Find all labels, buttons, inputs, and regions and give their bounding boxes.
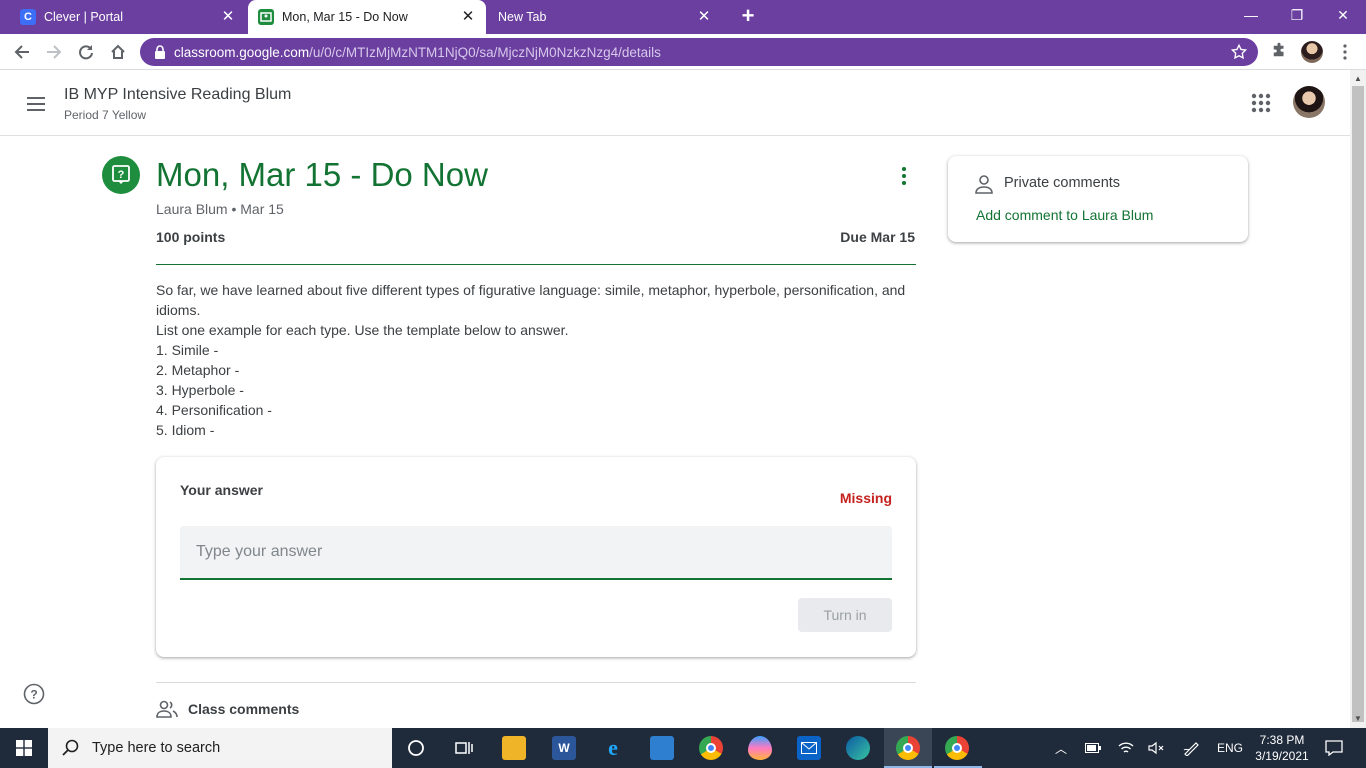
word-icon[interactable]: W [552, 736, 576, 760]
assignment-question-icon: ? [102, 156, 140, 194]
description-line: 1. Simile - [156, 342, 219, 358]
paint-icon[interactable] [748, 736, 772, 760]
show-hidden-icons-icon[interactable]: ︿ [1050, 728, 1072, 768]
tab-close-icon[interactable]: ✕ [220, 9, 236, 25]
tab-title: New Tab [498, 10, 547, 24]
description-line: 2. Metaphor - [156, 362, 240, 378]
browser-profile-avatar[interactable] [1301, 41, 1323, 63]
forward-icon[interactable] [42, 40, 66, 64]
people-icon [156, 700, 178, 718]
main-menu-icon[interactable] [24, 92, 48, 116]
windows-start-icon[interactable] [0, 728, 48, 768]
help-icon[interactable]: ? [23, 683, 45, 705]
address-bar[interactable]: classroom.google.com/u/0/c/MTIzMjMzNTM1N… [140, 38, 1258, 66]
chrome-profile-icon[interactable] [896, 736, 920, 760]
mail-icon[interactable] [797, 736, 821, 760]
svg-text:?: ? [30, 688, 37, 702]
close-window-icon[interactable]: ✕ [1320, 0, 1366, 30]
account-avatar[interactable] [1293, 86, 1325, 118]
taskbar-search-placeholder: Type here to search [92, 740, 221, 756]
address-url: classroom.google.com/u/0/c/MTIzMjMzNTM1N… [174, 45, 661, 60]
clever-favicon-icon: C [20, 9, 36, 25]
class-comments-header[interactable]: Class comments [156, 700, 299, 718]
taskbar-search-box[interactable]: Type here to search [48, 728, 392, 768]
back-icon[interactable] [10, 40, 34, 64]
classroom-header: IB MYP Intensive Reading Blum Period 7 Y… [0, 70, 1350, 136]
private-comments-title: Private comments [1004, 175, 1121, 191]
turn-in-button[interactable]: Turn in [798, 598, 892, 632]
url-host: classroom.google.com [174, 44, 310, 60]
tab-close-icon[interactable]: ✕ [696, 9, 712, 25]
assignment-due-date: Due Mar 15 [840, 229, 915, 245]
notifications-icon[interactable] [1322, 728, 1346, 768]
tab-clever-portal[interactable]: C Clever | Portal ✕ [0, 0, 246, 34]
page-scrollbar[interactable]: ▲ ▼ [1350, 70, 1366, 728]
minimize-icon[interactable]: — [1228, 0, 1274, 30]
scroll-up-icon[interactable]: ▲ [1354, 74, 1362, 83]
description-line: List one example for each type. Use the … [156, 322, 569, 338]
title-divider [156, 264, 916, 265]
scrollbar-thumb[interactable] [1352, 86, 1364, 722]
assignment-author-date: Laura Blum • Mar 15 [156, 201, 284, 217]
clock-date: 3/19/2021 [1255, 749, 1309, 763]
search-icon [62, 739, 79, 756]
reload-icon[interactable] [74, 40, 98, 64]
windows-taskbar: Type here to search W e ︿ ENG 7:38 PM 3/… [0, 728, 1366, 768]
photos-icon[interactable] [650, 736, 674, 760]
bookmark-star-icon[interactable] [1230, 43, 1248, 61]
answer-input[interactable] [180, 526, 892, 580]
add-private-comment-link[interactable]: Add comment to Laura Blum [976, 207, 1153, 223]
description-line: So far, we have learned about five diffe… [156, 282, 910, 318]
restore-icon[interactable]: ❐ [1274, 0, 1320, 30]
assignment-description: So far, we have learned about five diffe… [156, 280, 916, 440]
classroom-favicon-icon [258, 9, 274, 25]
internet-explorer-icon[interactable]: e [601, 735, 625, 760]
home-icon[interactable] [106, 40, 130, 64]
class-comments-label: Class comments [188, 701, 300, 717]
class-section: Period 7 Yellow [64, 108, 147, 122]
assignment-title: Mon, Mar 15 - Do Now [156, 156, 488, 193]
battery-icon[interactable] [1082, 728, 1104, 768]
url-path: /u/0/c/MTIzMjMzNTM1NjQ0/sa/MjczNjM0NzkzN… [309, 44, 661, 60]
private-comments-card: Private comments Add comment to Laura Bl… [948, 156, 1248, 242]
submission-status-badge: Missing [839, 490, 892, 506]
tab-close-icon[interactable]: ✕ [460, 9, 476, 25]
file-explorer-icon[interactable] [502, 736, 526, 760]
task-view-icon[interactable] [452, 736, 476, 760]
taskbar-clock[interactable]: 7:38 PM 3/19/2021 [1254, 732, 1310, 764]
language-indicator[interactable]: ENG [1214, 728, 1246, 768]
description-line: 4. Personification - [156, 402, 272, 418]
class-title[interactable]: IB MYP Intensive Reading Blum [64, 86, 291, 104]
person-icon [975, 175, 993, 194]
extensions-puzzle-icon[interactable] [1270, 42, 1288, 60]
browser-toolbar: classroom.google.com/u/0/c/MTIzMjMzNTM1N… [0, 34, 1366, 70]
lock-icon [155, 45, 165, 59]
chrome-profile-2-icon[interactable] [945, 736, 969, 760]
tab-do-now[interactable]: Mon, Mar 15 - Do Now ✕ [248, 0, 486, 34]
description-line: 3. Hyperbole - [156, 382, 244, 398]
assignment-points: 100 points [156, 229, 226, 245]
tab-title: Clever | Portal [44, 10, 123, 24]
clock-time: 7:38 PM [1259, 733, 1305, 747]
comments-divider [156, 682, 916, 683]
edge-icon[interactable] [846, 736, 870, 760]
more-options-icon[interactable] [896, 166, 912, 186]
browser-tab-bar: C Clever | Portal ✕ Mon, Mar 15 - Do Now… [0, 0, 1366, 34]
cortana-icon[interactable] [404, 736, 428, 760]
your-answer-label: Your answer [180, 482, 263, 498]
scroll-down-icon[interactable]: ▼ [1354, 714, 1362, 723]
tab-new-tab[interactable]: New Tab ✕ [486, 0, 722, 34]
tab-title: Mon, Mar 15 - Do Now [282, 10, 408, 24]
pen-workspace-icon[interactable] [1180, 728, 1204, 768]
svg-text:?: ? [118, 169, 125, 181]
wifi-icon[interactable] [1115, 728, 1137, 768]
description-line: 5. Idiom - [156, 422, 215, 438]
your-answer-card: Your answer Missing Turn in [156, 457, 916, 657]
volume-muted-icon[interactable] [1145, 728, 1167, 768]
new-tab-plus-icon[interactable]: + [736, 5, 760, 29]
browser-menu-icon[interactable] [1338, 43, 1352, 61]
google-apps-icon[interactable] [1250, 92, 1272, 114]
chrome-icon[interactable] [699, 736, 723, 760]
